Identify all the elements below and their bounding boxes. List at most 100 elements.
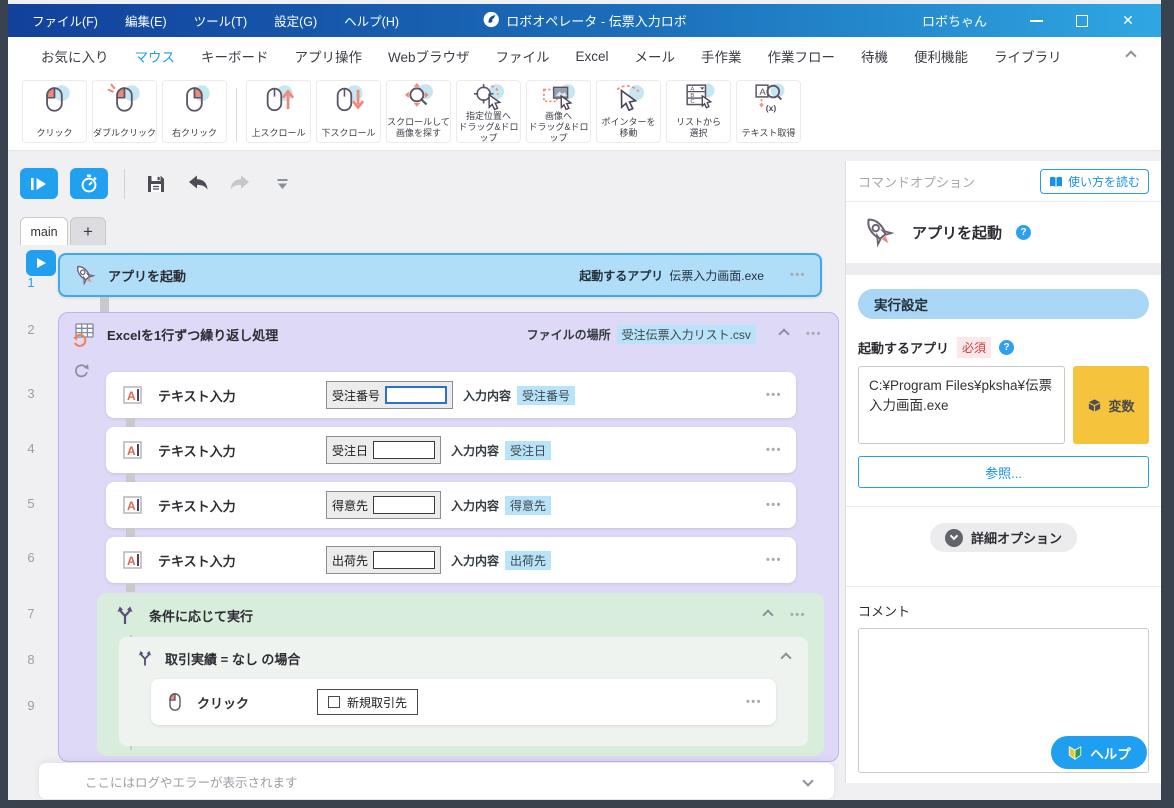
target-screenshot-thumb: 新規取引先: [317, 689, 419, 715]
more-options-icon[interactable]: •••: [790, 269, 806, 281]
panel-title: コマンドオプション: [858, 175, 976, 190]
step-text-input[interactable]: A テキスト入力 得意先 入力内容 得意先 •••: [106, 482, 796, 537]
scroll-up-icon: [266, 85, 294, 112]
help-question-icon[interactable]: ?: [1016, 224, 1032, 240]
menu-file[interactable]: ファイル(F): [32, 11, 98, 30]
beginner-mark-icon: [1069, 745, 1082, 760]
condition-case-block[interactable]: 取引実績 = なし の場合 クリック 新規取引先 •••: [119, 637, 808, 746]
param-label: 入力内容: [451, 498, 500, 513]
step-text-input[interactable]: A テキスト入力 受注日 入力内容 受注日 •••: [106, 427, 796, 482]
app-path-input[interactable]: C:¥Program Files¥pksha¥伝票入力画面.exe: [858, 366, 1065, 444]
tool-get-text-button[interactable]: A (x) テキスト取得: [736, 80, 801, 143]
tool-drag-drop-image-button[interactable]: 画像へ ドラッグ&ドロップ: [526, 80, 591, 143]
collapse-icon[interactable]: [762, 609, 774, 621]
run-options-dropdown[interactable]: [267, 170, 297, 198]
more-options-icon[interactable]: •••: [790, 609, 806, 621]
tab-main[interactable]: main: [20, 217, 68, 245]
ribbon-tab-app-ops[interactable]: アプリ操作: [282, 46, 376, 66]
collapse-icon[interactable]: [778, 328, 790, 340]
add-tab-button[interactable]: +: [70, 217, 106, 245]
more-options-icon[interactable]: •••: [766, 389, 782, 401]
run-button[interactable]: [20, 168, 58, 199]
tool-double-click-button[interactable]: ダブルクリック: [92, 80, 157, 143]
flow-connector: [126, 583, 135, 592]
svg-text:(x): (x): [765, 103, 776, 113]
ribbon-collapse-icon[interactable]: [1125, 50, 1137, 62]
minimize-button[interactable]: [1013, 6, 1059, 36]
ribbon-tab-workflow[interactable]: 作業フロー: [755, 46, 849, 66]
help-question-icon[interactable]: ?: [999, 340, 1015, 355]
maximize-button[interactable]: [1059, 6, 1105, 36]
menu-help[interactable]: ヘルプ(H): [344, 11, 399, 30]
chevron-down-icon: [944, 528, 963, 547]
read-usage-button[interactable]: 使い方を読む: [1039, 169, 1149, 194]
text-input-icon: A: [123, 496, 142, 514]
ribbon-tab-keyboard[interactable]: キーボード: [188, 46, 282, 66]
step-text-input[interactable]: A テキスト入力 出荷先 入力内容 出荷先 •••: [106, 537, 796, 592]
run-icon: [30, 177, 46, 190]
start-marker[interactable]: [26, 250, 56, 276]
step-excel-loop-block[interactable]: Excelを1行ずつ繰り返し処理 ファイルの場所 受注伝票入力リスト.csv •…: [58, 312, 839, 762]
row-number: 4: [27, 441, 35, 456]
menu-tools[interactable]: ツール(T): [194, 11, 247, 30]
ribbon-tab-utility[interactable]: 便利機能: [901, 46, 981, 66]
more-options-icon[interactable]: •••: [766, 499, 782, 511]
param-value-chip[interactable]: 出荷先: [505, 550, 552, 570]
tool-move-pointer-button[interactable]: ポインターを 移動: [596, 80, 661, 143]
more-options-icon[interactable]: •••: [806, 328, 822, 340]
close-icon: ✕: [1122, 12, 1134, 28]
command-options-panel: コマンドオプション 使い方を読む アプリを起動 ? 実行設定 起動するアプリ 必…: [845, 161, 1161, 783]
step-launch-app[interactable]: アプリを起動 起動するアプリ 伝票入力画面.exe •••: [58, 253, 822, 297]
ribbon-tab-library[interactable]: ライブラリ: [981, 46, 1075, 66]
help-button[interactable]: ヘルプ: [1051, 736, 1147, 769]
loop-block-header[interactable]: Excelを1行ずつ繰り返し処理 ファイルの場所 受注伝票入力リスト.csv •…: [59, 313, 838, 355]
more-options-icon[interactable]: •••: [766, 554, 782, 566]
case-header[interactable]: 取引実績 = なし の場合: [119, 637, 808, 679]
save-button[interactable]: [141, 170, 171, 198]
editor-toolbar: [20, 168, 297, 199]
param-value[interactable]: 伝票入力画面.exe: [669, 267, 764, 284]
ribbon-tab-mail[interactable]: メール: [622, 46, 689, 66]
tool-scroll-find-image-button[interactable]: スクロールして 画像を探す: [386, 80, 451, 143]
log-expand-icon[interactable]: [802, 775, 814, 787]
param-value-chip[interactable]: 受注番号: [517, 385, 576, 405]
tool-scroll-up-button[interactable]: 上スクロール: [246, 80, 311, 143]
variable-button[interactable]: 変数: [1073, 366, 1149, 444]
step-condition-block[interactable]: 条件に応じて実行 ••• 取引実績 = なし の場合 クリック 新規取引先 ••…: [97, 593, 824, 756]
param-value-chip[interactable]: 受注日: [505, 440, 552, 460]
collapse-icon[interactable]: [780, 652, 792, 664]
ribbon-tab-wait[interactable]: 待機: [848, 46, 901, 66]
close-button[interactable]: ✕: [1105, 6, 1151, 36]
step-text-input[interactable]: A テキスト入力 受注番号 入力内容 受注番号 •••: [106, 372, 796, 427]
menu-settings[interactable]: 設定(G): [274, 11, 317, 30]
step-click[interactable]: クリック 新規取引先 •••: [151, 679, 776, 725]
more-options-icon[interactable]: •••: [746, 696, 762, 708]
condition-header[interactable]: 条件に応じて実行 •••: [97, 593, 824, 637]
ribbon-tab-favorites[interactable]: お気に入り: [28, 46, 122, 66]
ribbon-tab-web-browser[interactable]: Webブラウザ: [375, 46, 483, 66]
tool-right-click-button[interactable]: 右クリック: [162, 80, 227, 143]
param-label: 入力内容: [451, 553, 500, 568]
row-number: 9: [27, 698, 35, 713]
browse-button[interactable]: 参照...: [858, 456, 1149, 488]
log-bar[interactable]: ここにはログやエラーが表示されます: [38, 762, 835, 800]
redo-button[interactable]: [225, 170, 255, 198]
ribbon-tab-mouse[interactable]: マウス: [122, 46, 189, 66]
advanced-options-button[interactable]: 詳細オプション: [929, 523, 1077, 552]
svg-text:A: A: [127, 389, 136, 403]
branch-icon: [117, 606, 133, 624]
tool-scroll-down-button[interactable]: 下スクロール: [316, 80, 381, 143]
menu-edit[interactable]: 編集(E): [125, 11, 167, 30]
more-options-icon[interactable]: •••: [766, 444, 782, 456]
param-value-chip[interactable]: 受注伝票入力リスト.csv: [616, 324, 756, 344]
ribbon-tab-manual[interactable]: 手作業: [688, 46, 755, 66]
tool-click-button[interactable]: クリック: [22, 80, 87, 143]
tool-drag-drop-position-button[interactable]: 指定位置へ ドラッグ&ドロップ: [456, 80, 521, 143]
tool-select-from-list-button[interactable]: ABC リストから 選択: [666, 80, 731, 143]
mouse-click-icon: [45, 85, 70, 112]
ribbon-tab-file[interactable]: ファイル: [483, 46, 563, 66]
undo-button[interactable]: [183, 170, 213, 198]
ribbon-tab-excel[interactable]: Excel: [563, 49, 622, 64]
param-value-chip[interactable]: 得意先: [505, 495, 552, 515]
timed-run-button[interactable]: [70, 168, 108, 199]
